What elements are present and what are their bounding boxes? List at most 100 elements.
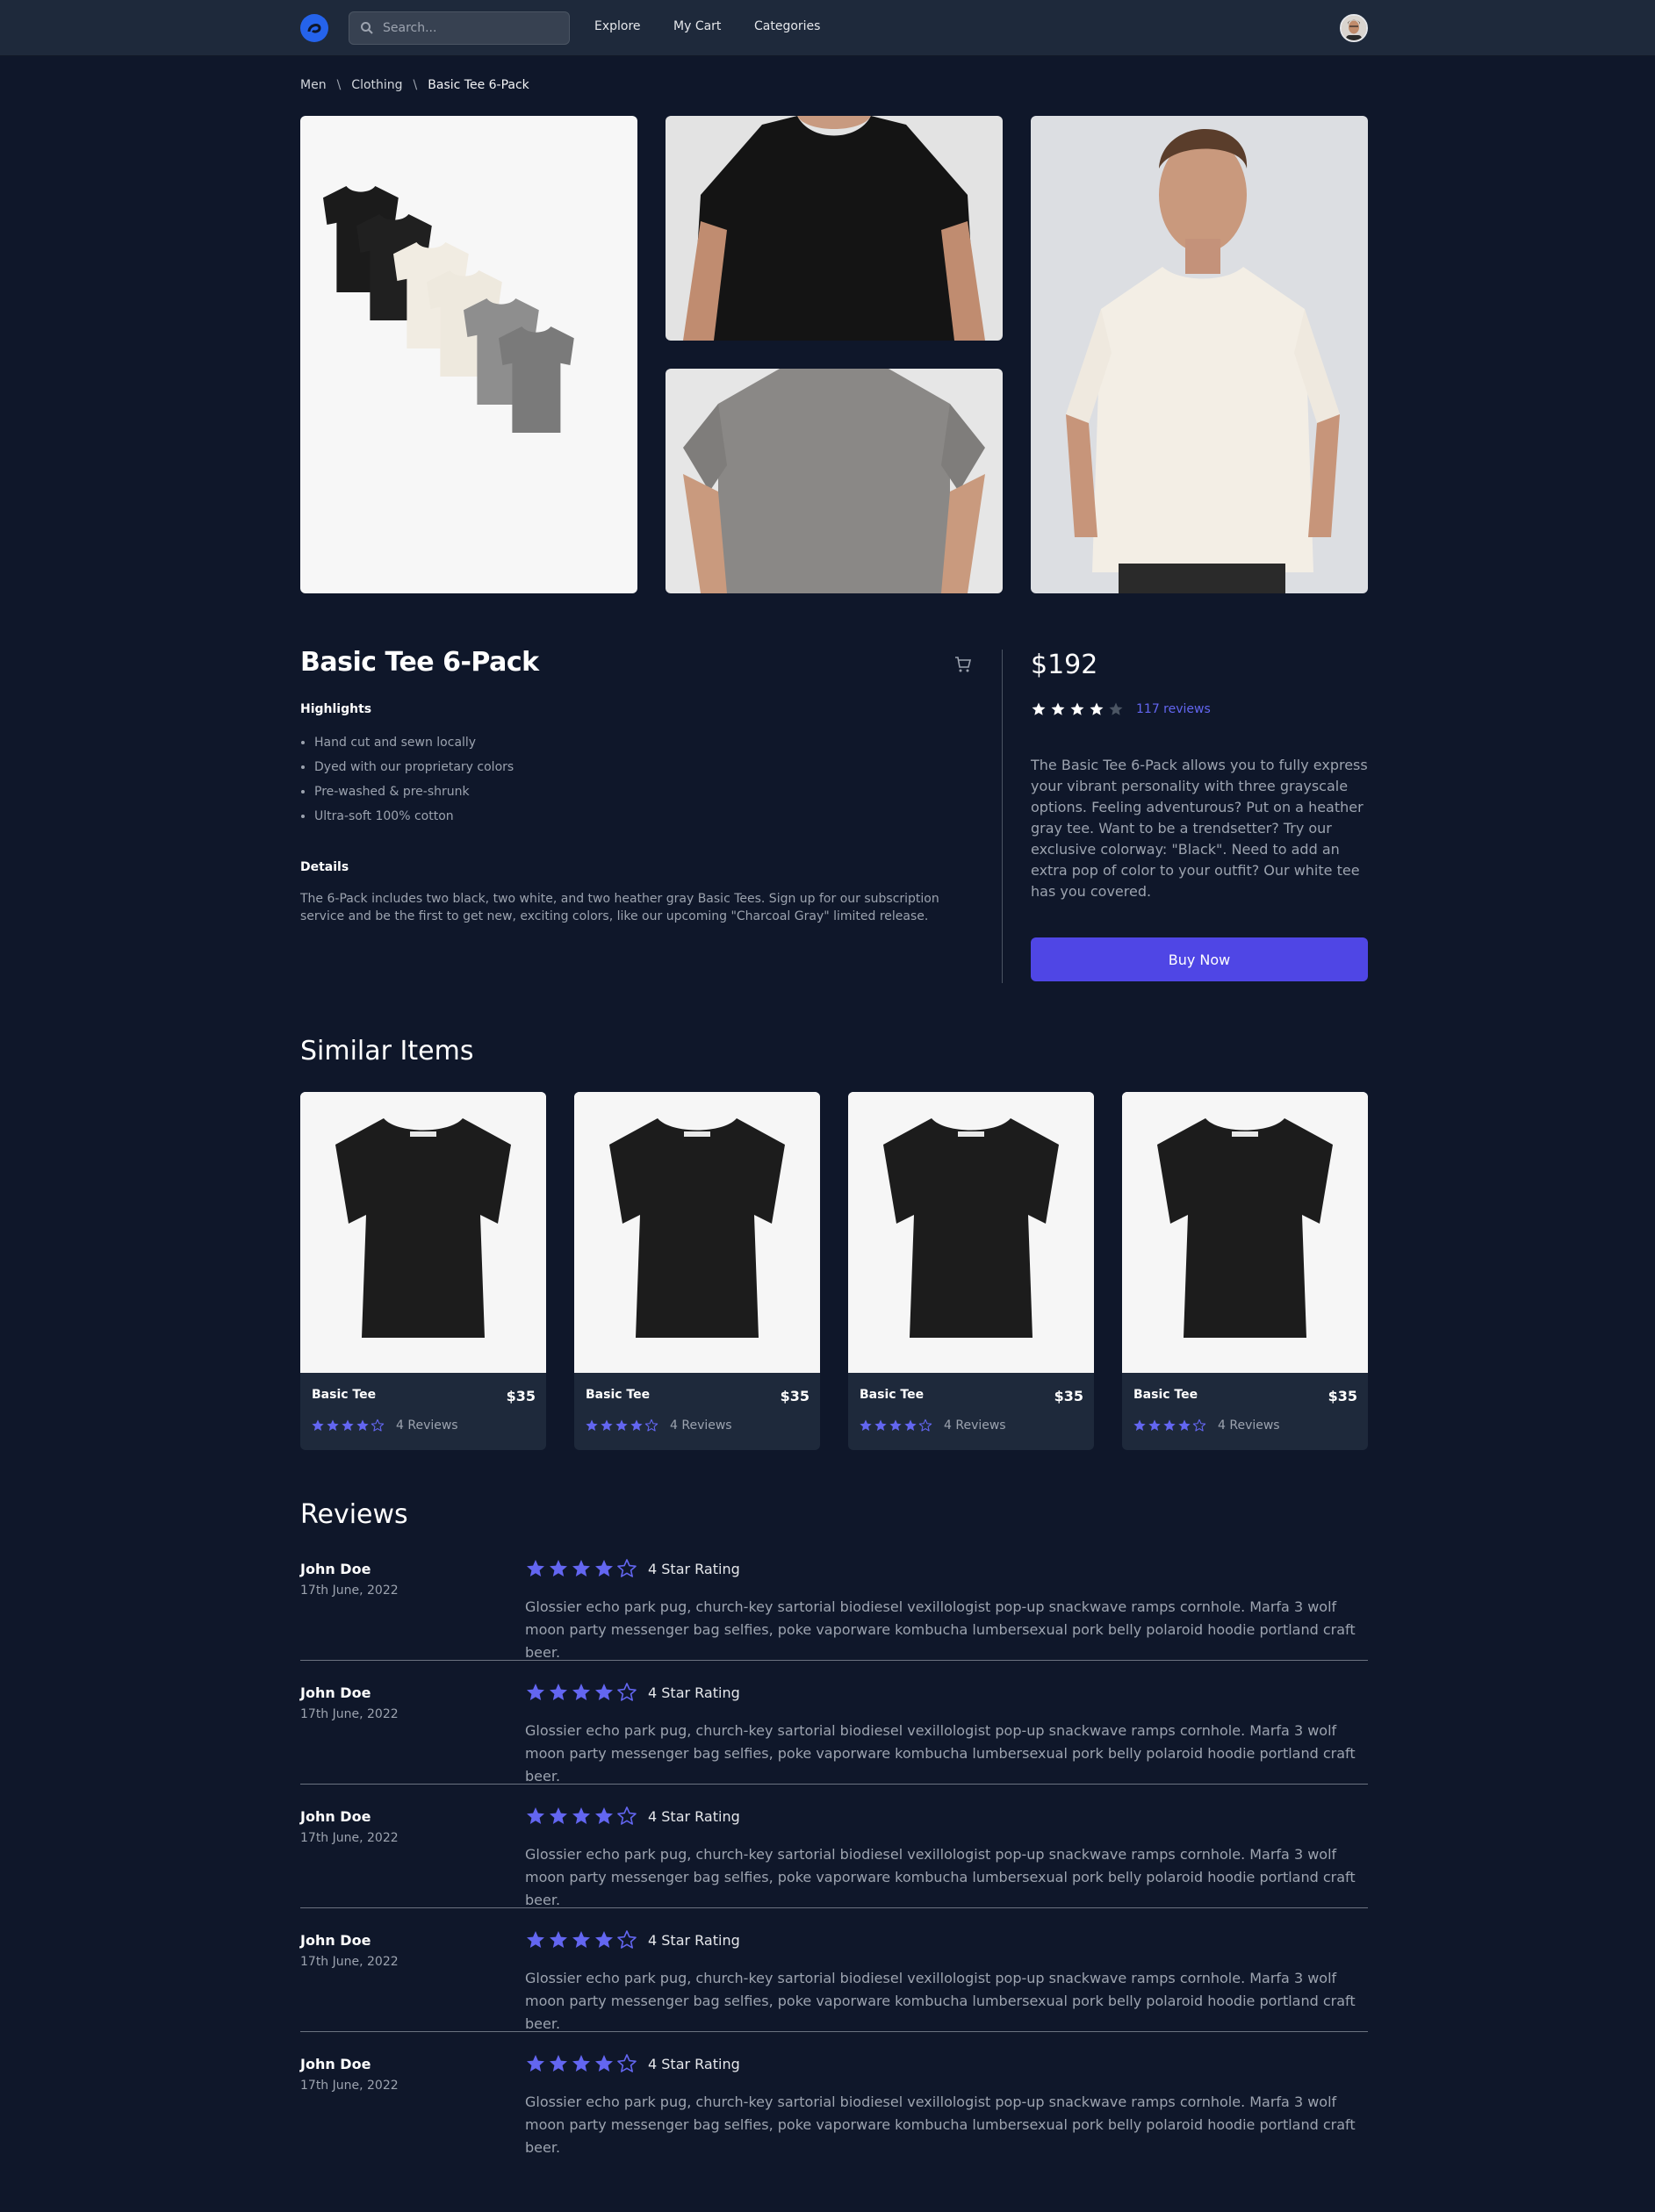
search-box[interactable] <box>349 11 570 45</box>
similar-item-review-count: 4 Reviews <box>944 1418 1006 1433</box>
logo-icon[interactable] <box>300 14 328 42</box>
product-image-white-tee <box>1031 116 1368 593</box>
review-author: John Doe <box>300 1808 371 1825</box>
similar-item-price: $35 <box>1328 1388 1357 1404</box>
buy-now-button[interactable]: Buy Now <box>1031 937 1368 981</box>
similar-items-title: Similar Items <box>300 1036 474 1066</box>
star-icon <box>595 1684 613 1700</box>
similar-item-name: Basic Tee <box>312 1388 377 1402</box>
star-icon <box>527 1807 544 1824</box>
breadcrumb-clothing[interactable]: Clothing <box>351 78 402 92</box>
similar-item-review-count: 4 Reviews <box>670 1418 732 1433</box>
product-rating: 117 reviews <box>1031 701 1211 717</box>
review-text: Glossier echo park pug, church-key sarto… <box>525 1598 1356 1661</box>
rating-stars <box>1031 701 1124 717</box>
review-rating-label: 4 Star Rating <box>648 2055 740 2072</box>
star-icon <box>644 1418 658 1432</box>
similar-item-rating: 4 Reviews <box>1133 1418 1280 1433</box>
review-rating: 4 Star Rating <box>525 1929 740 1950</box>
star-icon <box>342 1419 354 1431</box>
cart-icon[interactable] <box>953 654 974 675</box>
similar-item-image <box>848 1092 1094 1373</box>
star-icon <box>1163 1419 1176 1431</box>
nav-link-explore[interactable]: Explore <box>594 19 641 33</box>
star-icon <box>617 1930 637 1949</box>
review-divider <box>300 1907 1368 1908</box>
similar-item-card[interactable]: Basic Tee $35 4 Reviews <box>300 1092 546 1450</box>
review-text: Glossier echo park pug, church-key sarto… <box>525 1846 1356 1908</box>
top-nav: Explore My Cart Categories <box>0 0 1655 56</box>
star-icon <box>550 1931 567 1948</box>
star-icon <box>527 1684 544 1700</box>
similar-item-price: $35 <box>1054 1388 1083 1404</box>
search-input[interactable] <box>383 21 558 35</box>
details-heading: Details <box>300 860 349 874</box>
review-author: John Doe <box>300 1932 371 1949</box>
breadcrumb-men[interactable]: Men <box>300 78 327 92</box>
review-author: John Doe <box>300 1684 371 1701</box>
reviews-link[interactable]: 117 reviews <box>1136 702 1211 716</box>
details-text: The 6-Pack includes two black, two white… <box>300 892 939 923</box>
star-icon <box>1090 702 1104 715</box>
review-author: John Doe <box>300 2056 371 2072</box>
similar-item-card[interactable]: Basic Tee $35 4 Reviews <box>1122 1092 1368 1450</box>
review-date: 17th June, 2022 <box>300 1955 399 1969</box>
similar-item-name: Basic Tee <box>860 1388 925 1402</box>
review-divider <box>300 1660 1368 1661</box>
star-icon <box>595 1931 613 1948</box>
star-icon <box>527 1931 544 1948</box>
star-icon <box>572 1560 590 1576</box>
similar-item-rating: 4 Reviews <box>585 1418 732 1433</box>
star-icon <box>1032 702 1046 715</box>
similar-item-rating: 4 Reviews <box>859 1418 1006 1433</box>
similar-item-card[interactable]: Basic Tee $35 4 Reviews <box>574 1092 820 1450</box>
star-icon <box>572 2055 590 2072</box>
review-rating: 4 Star Rating <box>525 1806 740 1827</box>
star-icon <box>1051 702 1065 715</box>
review-date: 17th June, 2022 <box>300 1707 399 1721</box>
star-icon <box>527 2055 544 2072</box>
review-rating-label: 4 Star Rating <box>648 1684 740 1701</box>
star-icon <box>595 2055 613 2072</box>
star-icon <box>889 1419 902 1431</box>
star-icon <box>550 1807 567 1824</box>
star-icon <box>595 1807 613 1824</box>
similar-item-image <box>300 1092 546 1373</box>
star-icon <box>1070 702 1084 715</box>
similar-item-name: Basic Tee <box>1133 1388 1198 1402</box>
star-icon <box>572 1807 590 1824</box>
review-rating-label: 4 Star Rating <box>648 1560 740 1577</box>
star-icon <box>860 1419 872 1431</box>
similar-item-image <box>574 1092 820 1373</box>
star-icon <box>1148 1419 1161 1431</box>
star-icon <box>572 1931 590 1948</box>
review-date: 17th June, 2022 <box>300 2079 399 2093</box>
star-icon <box>371 1418 385 1432</box>
avatar[interactable] <box>1340 14 1368 42</box>
review-author: John Doe <box>300 1561 371 1577</box>
similar-item-card[interactable]: Basic Tee $35 4 Reviews <box>848 1092 1094 1450</box>
product-image-stack <box>300 116 637 593</box>
highlights-heading: Highlights <box>300 702 372 716</box>
search-icon <box>361 22 373 34</box>
highlight-item: Ultra-soft 100% cotton <box>314 808 514 832</box>
review-rating-label: 4 Star Rating <box>648 1931 740 1949</box>
product-price: $192 <box>1031 650 1098 680</box>
similar-item-review-count: 4 Reviews <box>396 1418 458 1433</box>
breadcrumb-current: Basic Tee 6-Pack <box>428 78 529 92</box>
star-icon <box>550 2055 567 2072</box>
star-icon <box>630 1419 643 1431</box>
nav-link-my-cart[interactable]: My Cart <box>673 19 721 33</box>
star-icon <box>327 1419 339 1431</box>
star-icon <box>617 2054 637 2072</box>
breadcrumb-separator: \ <box>336 78 342 92</box>
star-icon <box>1133 1419 1146 1431</box>
review-text: Glossier echo park pug, church-key sarto… <box>525 1970 1356 2032</box>
star-icon <box>617 1559 637 1577</box>
similar-item-review-count: 4 Reviews <box>1218 1418 1280 1433</box>
review-rating: 4 Star Rating <box>525 1682 740 1703</box>
nav-link-categories[interactable]: Categories <box>754 19 820 33</box>
highlight-item: Hand cut and sewn locally <box>314 734 514 758</box>
similar-item-price: $35 <box>780 1388 810 1404</box>
star-icon <box>572 1684 590 1700</box>
